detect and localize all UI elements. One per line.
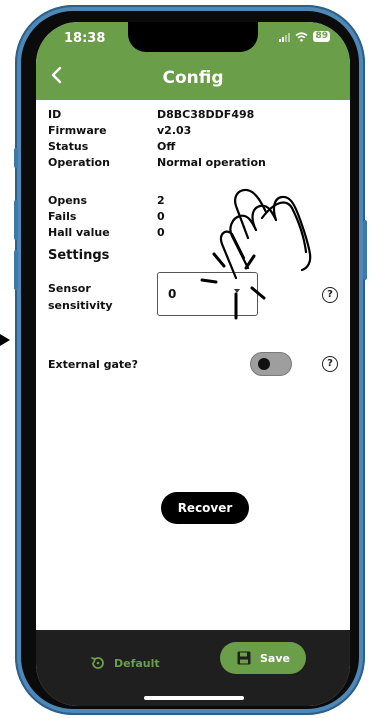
phone-power-button bbox=[363, 220, 367, 280]
app-screen: 18:38 89 Config ID D8BC38DDF498 Firmware bbox=[36, 22, 350, 706]
phone-volume-down bbox=[14, 250, 18, 290]
toggle-knob bbox=[258, 358, 270, 370]
external-gate-toggle[interactable] bbox=[250, 352, 292, 376]
pointer-arrow-icon bbox=[0, 334, 10, 346]
save-button[interactable]: Save bbox=[220, 642, 306, 674]
external-gate-help-icon[interactable]: ? bbox=[322, 356, 338, 372]
phone-side-button bbox=[14, 148, 18, 168]
restore-icon bbox=[91, 657, 104, 669]
save-label: Save bbox=[260, 651, 290, 665]
default-label: Default bbox=[114, 656, 160, 670]
phone-volume-up bbox=[14, 200, 18, 240]
external-gate-label: External gate? bbox=[48, 358, 139, 371]
floppy-disk-icon bbox=[237, 651, 251, 665]
home-indicator[interactable] bbox=[144, 696, 244, 700]
tap-gesture-hand-icon bbox=[200, 188, 312, 320]
recover-button[interactable]: Recover bbox=[161, 492, 249, 524]
bottom-action-bar: Default Save bbox=[36, 630, 350, 706]
default-button[interactable]: Default bbox=[90, 650, 160, 676]
